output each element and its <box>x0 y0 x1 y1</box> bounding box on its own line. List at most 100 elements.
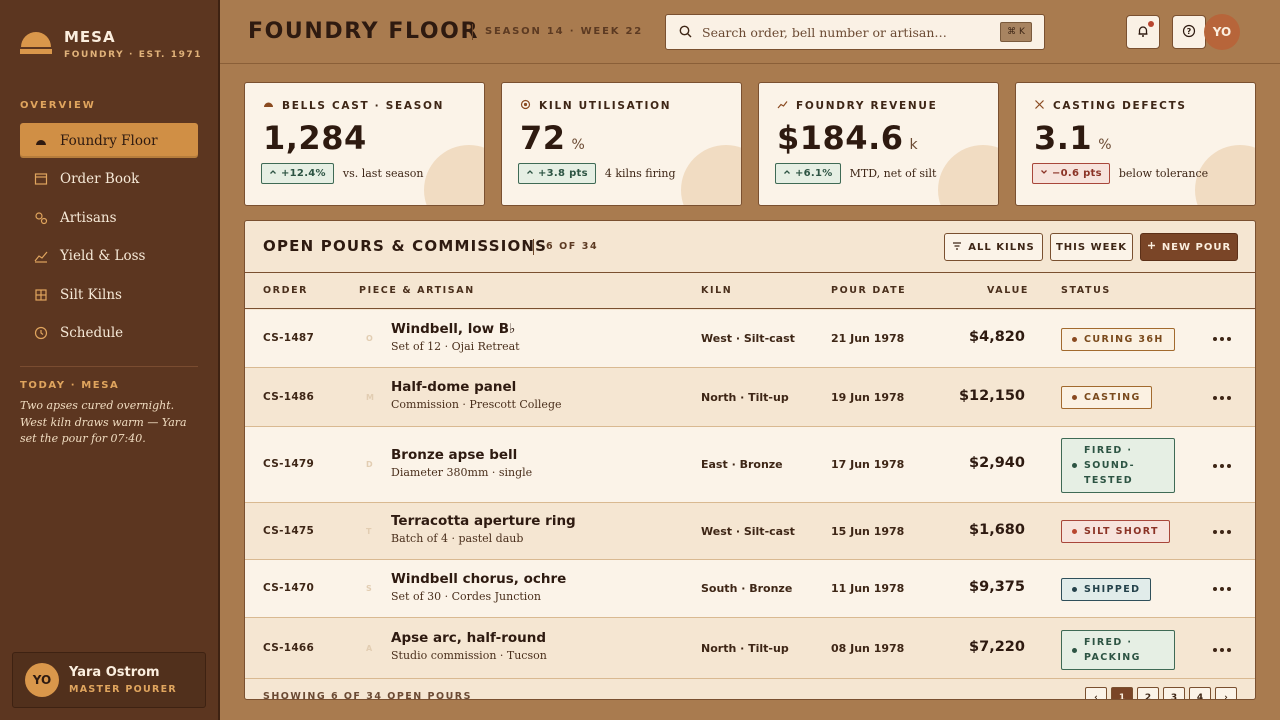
user-role: MASTER POURER <box>69 684 178 695</box>
kpi-card-kiln-utilisation[interactable]: KILN UTILISATION 72% +3.8 pts 4 kilns fi… <box>501 82 742 206</box>
kpi-label-row: KILN UTILISATION <box>520 99 671 113</box>
kpi-label-row: CASTING DEFECTS <box>1034 99 1187 113</box>
kpi-footer: +12.4% vs. last season <box>261 163 423 184</box>
kpi-card-foundry-revenue[interactable]: FOUNDRY REVENUE $184.6 k +6.1% MTD, net o… <box>758 82 999 206</box>
sidebar-item-silt-kilns[interactable]: Silt Kilns <box>20 277 198 312</box>
sidebar-item-schedule[interactable]: Schedule <box>20 316 198 351</box>
panel-title: OPEN POURS & COMMISSIONS <box>263 237 548 255</box>
kpi-number: $184.6 <box>777 119 904 157</box>
status-dot <box>1072 647 1077 653</box>
piece-cell: Half-dome panel Commission · Prescott Co… <box>391 379 562 411</box>
piece-cell: Apse arc, half-round Studio commission ·… <box>391 630 547 662</box>
kiln: South · Bronze <box>701 582 793 595</box>
nav-section-label: OVERVIEW <box>20 100 96 111</box>
grid-icon <box>34 288 48 302</box>
season-label: SEASON 14 · WEEK 22 <box>472 24 643 40</box>
table-row[interactable]: CS-1475 T Terracotta aperture ring Batch… <box>245 503 1255 560</box>
artisan-initial: S <box>366 584 372 593</box>
profile-avatar[interactable]: YO <box>1204 14 1240 50</box>
column-header-date[interactable]: POUR DATE <box>831 285 906 296</box>
order-id: CS-1487 <box>263 332 315 344</box>
kpi-footer: +3.8 pts 4 kilns firing <box>518 163 676 184</box>
pagination-page[interactable]: 2 <box>1137 687 1159 699</box>
pagination: ‹ 1 2 3 4 › <box>1085 687 1237 699</box>
artisan-initial: A <box>366 644 373 653</box>
new-pour-button[interactable]: NEW POUR <box>1140 233 1238 261</box>
sidebar-item-label: Foundry Floor <box>60 132 158 149</box>
more-actions-icon[interactable] <box>1213 464 1231 468</box>
search-input[interactable] <box>702 24 992 40</box>
filter-icon <box>952 241 962 254</box>
kpi-value: 1,284 <box>263 119 373 157</box>
table-row[interactable]: CS-1486 M Half-dome panel Commission · P… <box>245 368 1255 427</box>
sidebar-item-order-book[interactable]: Order Book <box>20 162 198 197</box>
more-actions-icon[interactable] <box>1213 587 1231 591</box>
kpi-footer: +6.1% MTD, net of silt <box>775 163 936 184</box>
pour-date: 08 Jun 1978 <box>831 642 905 655</box>
people-icon <box>34 211 48 225</box>
status-badge: SHIPPED <box>1061 578 1152 601</box>
status-cell: FIRED · SOUND-TESTED <box>1061 438 1175 493</box>
sidebar-item-foundry-floor[interactable]: Foundry Floor <box>20 123 198 158</box>
column-header-order[interactable]: ORDER <box>263 285 308 296</box>
brand[interactable]: MESA FOUNDRY · EST. 1971 <box>20 28 202 60</box>
status-text: SILT SHORT <box>1084 526 1159 537</box>
order-id: CS-1475 <box>263 525 315 537</box>
delta-value: +3.8 pts <box>538 168 588 179</box>
arrow-down-icon <box>1040 168 1048 179</box>
user-card[interactable]: YO Yara Ostrom MASTER POURER <box>12 652 206 708</box>
piece-artisan: Batch of 4 · pastel daub <box>391 532 524 545</box>
more-actions-icon[interactable] <box>1213 530 1231 534</box>
pagination-page[interactable]: 1 <box>1111 687 1133 699</box>
notifications-button[interactable] <box>1126 15 1160 49</box>
column-header-piece[interactable]: PIECE & ARTISAN <box>359 285 475 296</box>
kiln: North · Tilt-up <box>701 391 789 404</box>
sidebar-item-yield-loss[interactable]: Yield & Loss <box>20 239 198 274</box>
kpi-card-casting-defects[interactable]: CASTING DEFECTS 3.1% −0.6 pts below tole… <box>1015 82 1256 206</box>
help-button[interactable]: ? <box>1172 15 1206 49</box>
status-cell: CURING 36H <box>1061 327 1175 351</box>
artisan-initial: T <box>366 527 372 536</box>
column-header-status[interactable]: STATUS <box>1061 285 1111 296</box>
card-decoration <box>938 145 998 205</box>
column-header-value[interactable]: VALUE <box>987 285 1029 296</box>
more-actions-icon[interactable] <box>1213 337 1231 341</box>
sidebar-item-label: Schedule <box>60 325 124 342</box>
search-box[interactable]: ⌘ K <box>665 14 1045 50</box>
all-kilns-filter-button[interactable]: ALL KILNS <box>944 233 1043 261</box>
piece-cell: Bronze apse bell Diameter 380mm · single <box>391 447 532 479</box>
pagination-page[interactable]: 3 <box>1163 687 1185 699</box>
piece-name: Bronze apse bell <box>391 447 518 463</box>
kpi-number: 1,284 <box>263 119 367 157</box>
table-header: ORDER PIECE & ARTISAN KILN POUR DATE VAL… <box>245 273 1255 309</box>
more-actions-icon[interactable] <box>1213 648 1231 652</box>
clock-icon <box>34 326 48 340</box>
sidebar-item-label: Silt Kilns <box>60 286 122 303</box>
more-actions-icon[interactable] <box>1213 396 1231 400</box>
pour-date: 17 Jun 1978 <box>831 458 905 471</box>
table-row[interactable]: CS-1479 D Bronze apse bell Diameter 380m… <box>245 427 1255 503</box>
table-row[interactable]: CS-1487 O Windbell, low B♭ Set of 12 · O… <box>245 310 1255 368</box>
status-badge: CASTING <box>1061 386 1152 409</box>
artisan-initial: D <box>366 460 373 469</box>
this-week-filter-button[interactable]: THIS WEEK <box>1050 233 1133 261</box>
pagination-next[interactable]: › <box>1215 687 1237 699</box>
pagination-prev[interactable]: ‹ <box>1085 687 1107 699</box>
pagination-page[interactable]: 4 <box>1189 687 1211 699</box>
status-text: FIRED · PACKING <box>1084 637 1141 663</box>
kiln: West · Silt-cast <box>701 332 795 345</box>
button-label: THIS WEEK <box>1055 241 1128 253</box>
piece-cell: Windbell, low B♭ Set of 12 · Ojai Retrea… <box>391 321 520 353</box>
sidebar-item-artisans[interactable]: Artisans <box>20 200 198 235</box>
status-badge: SILT SHORT <box>1061 520 1170 543</box>
kpi-value: $184.6 k <box>777 119 918 157</box>
table-row[interactable]: CS-1470 S Windbell chorus, ochre Set of … <box>245 560 1255 618</box>
delta-value: +12.4% <box>281 168 326 179</box>
kpi-card-bells-cast[interactable]: BELLS CAST · SEASON 1,284 +12.4% vs. las… <box>244 82 485 206</box>
help-icon: ? <box>1182 23 1196 42</box>
order-value: $1,680 <box>969 522 1025 538</box>
table-row[interactable]: CS-1466 A Apse arc, half-round Studio co… <box>245 618 1255 679</box>
status-text: CASTING <box>1084 392 1141 403</box>
kiln: East · Bronze <box>701 458 783 471</box>
column-header-kiln[interactable]: KILN <box>701 285 732 296</box>
